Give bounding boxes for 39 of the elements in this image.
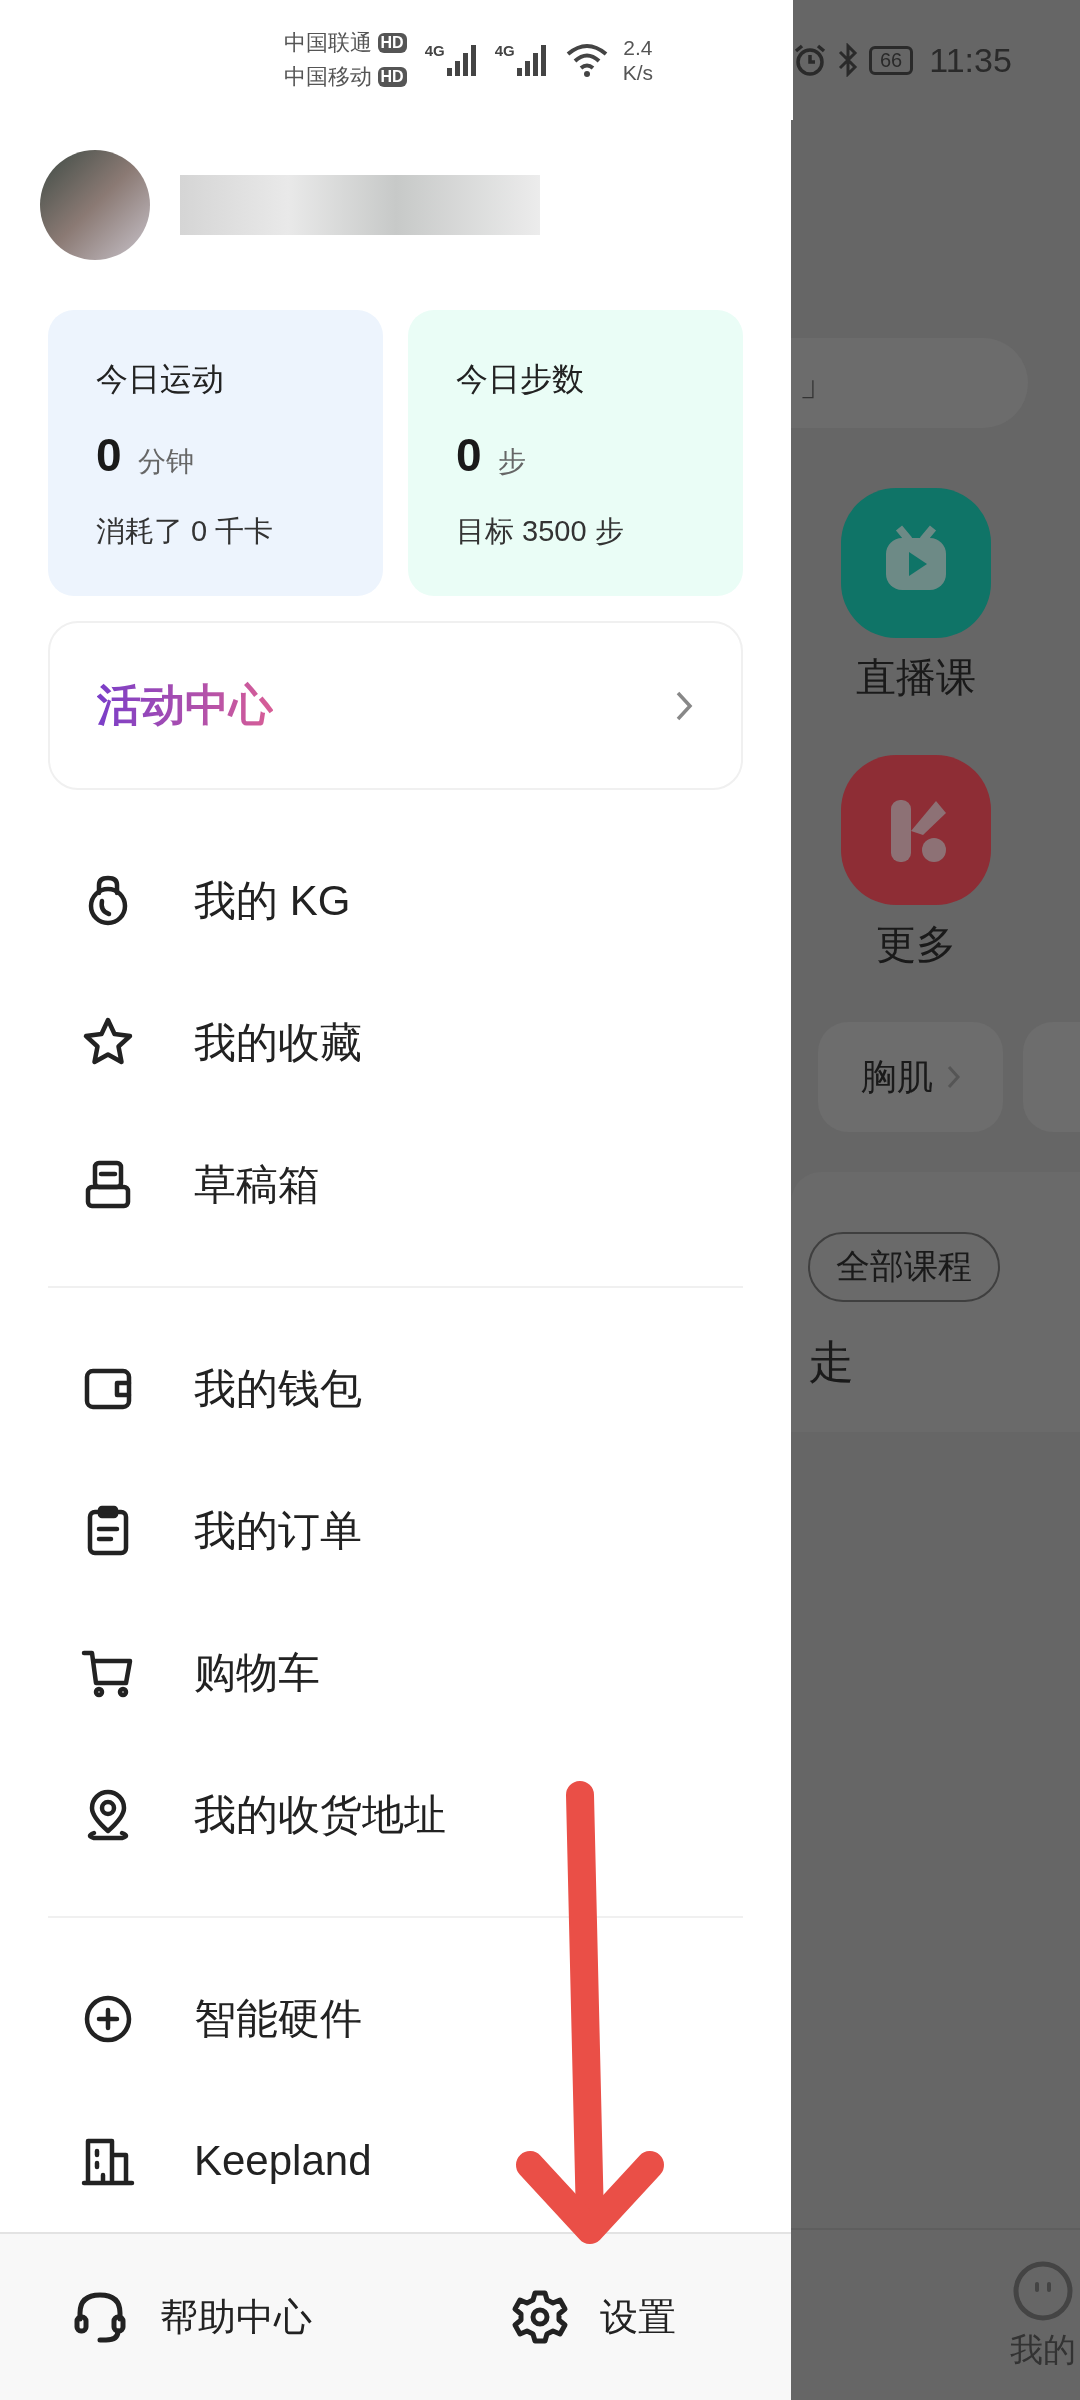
menu-item[interactable]: 智能硬件 xyxy=(0,1948,791,2090)
stat-unit: 分钟 xyxy=(137,445,194,479)
stat-value: 0 xyxy=(96,428,122,482)
footer-item[interactable]: 设置 xyxy=(510,2287,676,2347)
menu-item[interactable]: 购物车 xyxy=(0,1602,791,1744)
stat-title: 今日运动 xyxy=(96,360,224,399)
face-icon xyxy=(1012,2260,1074,2322)
activity-center-card[interactable]: 活动中心 xyxy=(48,621,743,790)
menu-item[interactable]: 我的订单 xyxy=(0,1460,791,1602)
hd-badge: HD xyxy=(377,67,407,87)
stat-card[interactable]: 今日运动 0 分钟 消耗了 0 千卡 xyxy=(48,310,383,596)
stat-value: 0 xyxy=(456,428,482,482)
stat-note: 目标 3500 步 xyxy=(456,514,624,549)
menu-item[interactable]: 我的收藏 xyxy=(0,972,791,1114)
menu-item[interactable]: 草稿箱 xyxy=(0,1114,791,1256)
hd-badge: HD xyxy=(377,33,407,53)
menu-item[interactable]: 我的钱包 xyxy=(0,1318,791,1460)
stat-card[interactable]: 今日步数 0 步 目标 3500 步 xyxy=(408,310,743,596)
network-speed: 2.4 xyxy=(623,34,653,60)
carrier-name: 中国联通 xyxy=(283,29,372,57)
stat-title: 今日步数 xyxy=(456,360,584,399)
network-label: 4G xyxy=(424,42,445,59)
menu-item[interactable]: 我的 KG xyxy=(0,830,791,972)
stat-unit: 步 xyxy=(497,445,526,479)
network-speed: K/s xyxy=(622,60,653,86)
chevron-right-icon xyxy=(946,1065,961,1089)
bluetooth-icon xyxy=(837,43,859,77)
wifi-icon xyxy=(564,42,609,78)
clock-time: 11:35 xyxy=(929,40,1012,80)
alarm-icon xyxy=(793,43,827,77)
menu-item[interactable]: 我的收货地址 xyxy=(0,1744,791,1886)
section-heading: 走 xyxy=(808,1335,854,1390)
carrier-name: 中国移动 xyxy=(283,63,372,91)
stat-note: 消耗了 0 千卡 xyxy=(96,514,274,549)
battery-indicator: 66 xyxy=(869,45,914,75)
chevron-right-icon xyxy=(675,689,693,722)
network-label: 4G xyxy=(494,42,515,59)
footer-item[interactable]: 帮助中心 xyxy=(0,2287,510,2347)
menu-item[interactable]: Keepland xyxy=(0,2090,791,2232)
